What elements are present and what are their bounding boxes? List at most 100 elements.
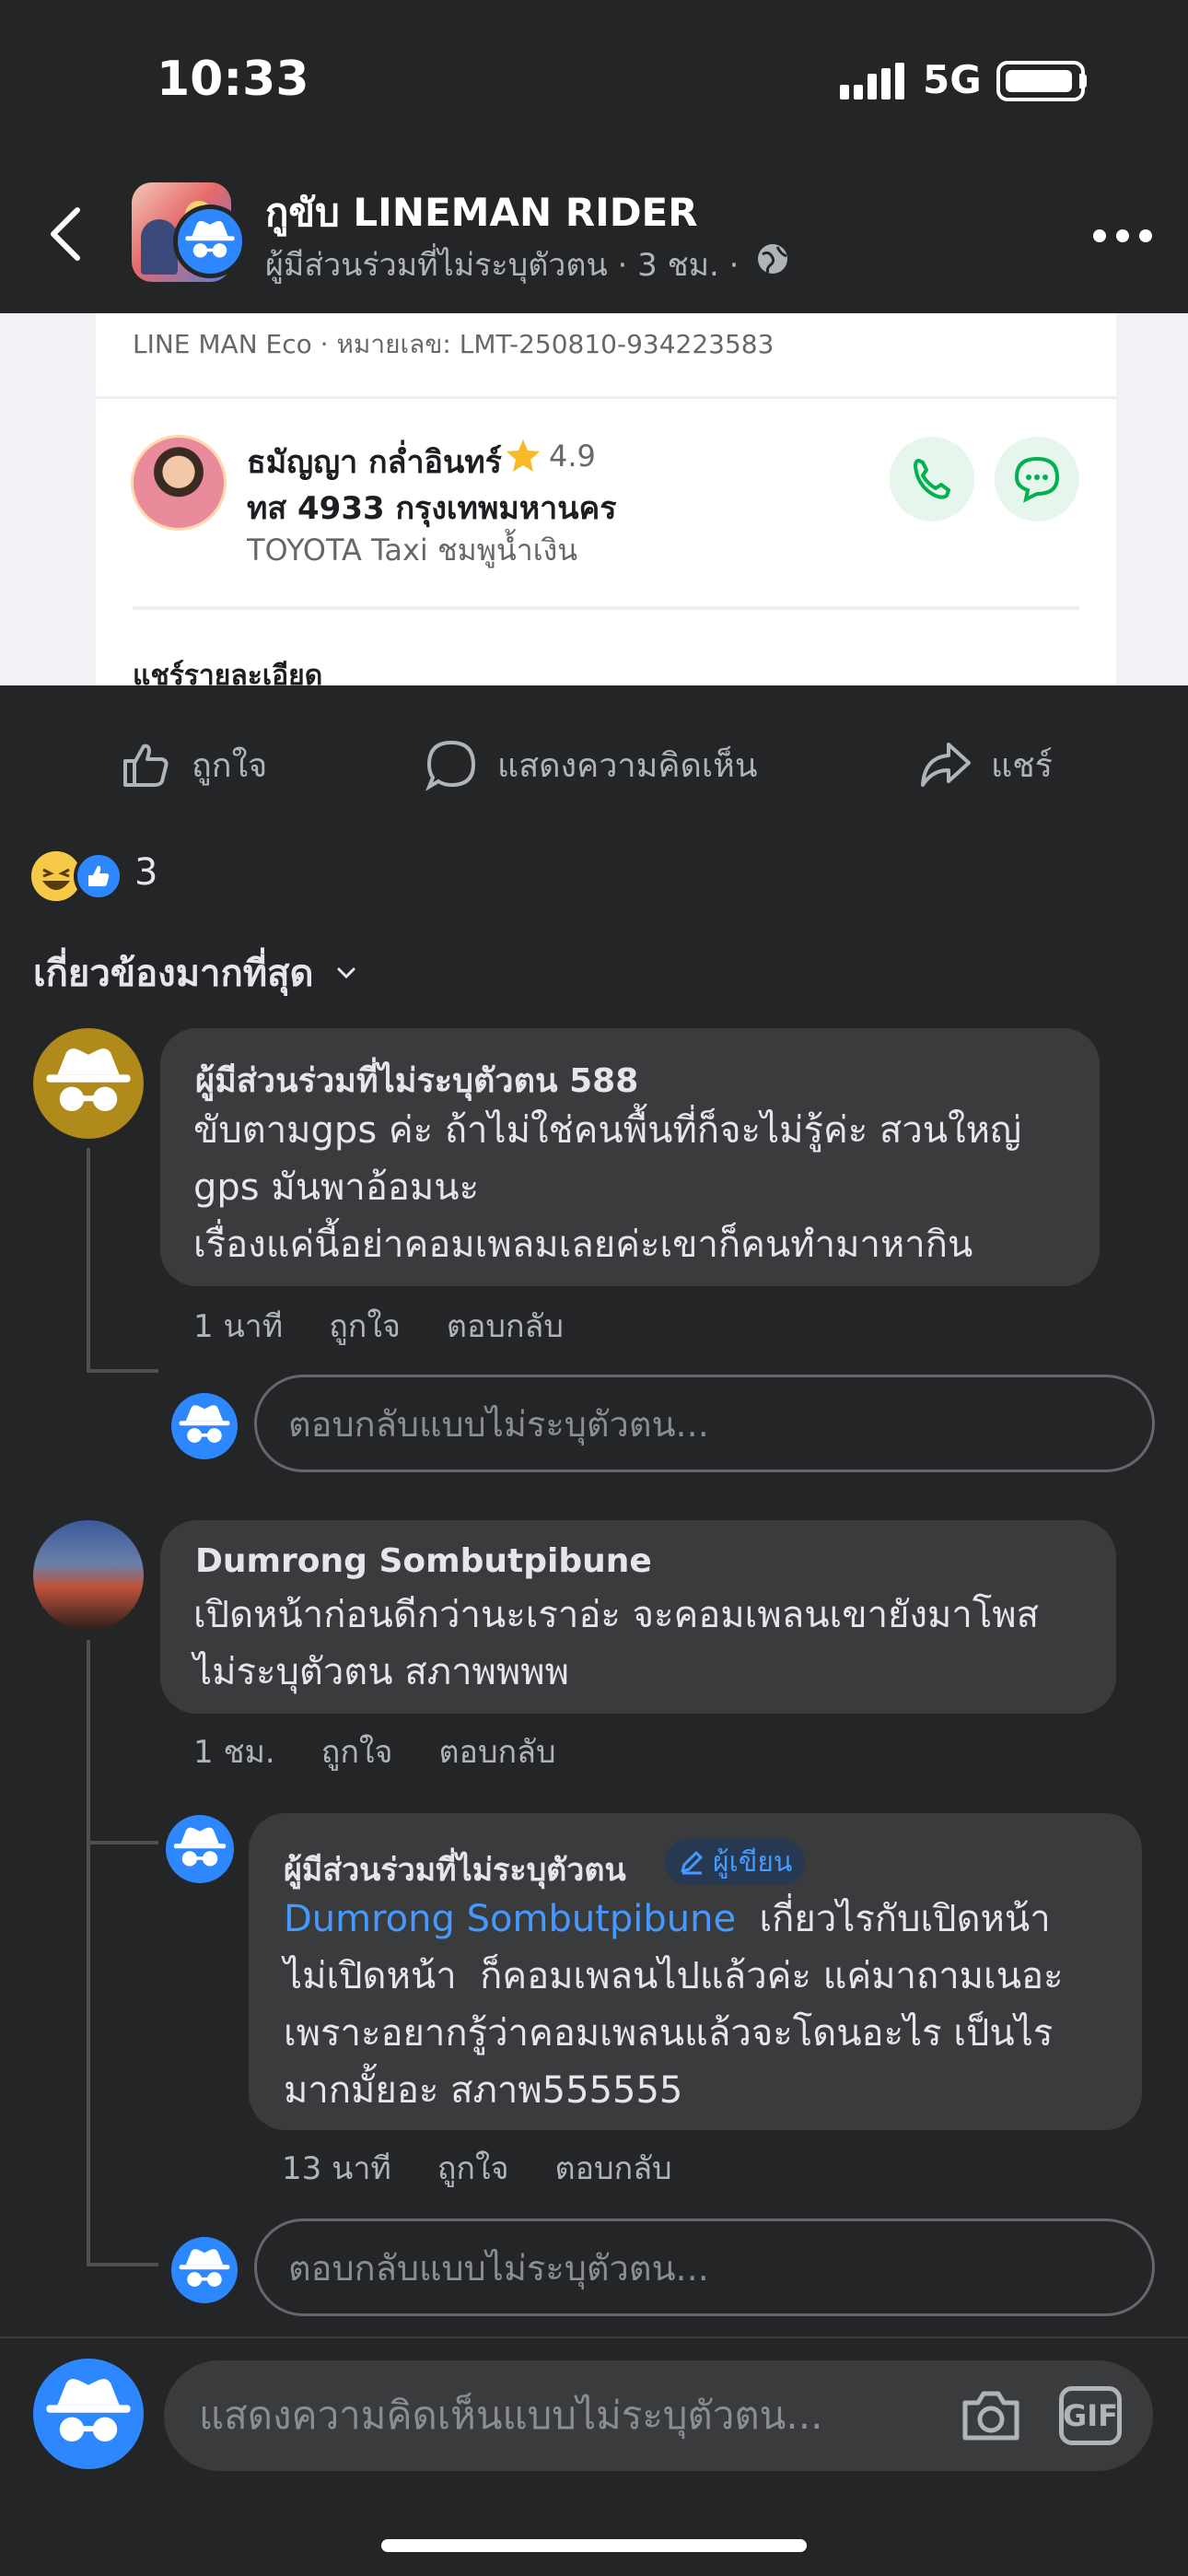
post-image[interactable]: LINE MAN Eco · หมายเลข: LMT-250810-93422… <box>0 313 1188 685</box>
reply-input[interactable]: ตอบกลับแบบไม่ระบุตัวตน... <box>254 1375 1155 1472</box>
comment-icon <box>425 740 476 791</box>
reply-meta: 13 นาที ถูกใจ ตอบกลับ <box>282 2143 672 2193</box>
chevron-down-icon <box>337 967 355 979</box>
pencil-icon <box>681 1851 703 1875</box>
comment-line: เปิดหน้าก่อนดีกว่านะเราอ่ะ จะคอมเพลนเขาย… <box>193 1594 1040 1636</box>
license-plate: ทส 4933 กรุงเทพมหานคร <box>247 490 617 527</box>
reply-time: 13 นาที <box>282 2150 391 2187</box>
globe-icon <box>758 244 787 274</box>
commenter-avatar[interactable] <box>166 1815 234 1883</box>
comment-bubble: Dumrong Sombutpibune เปิดหน้าก่อนดีกว่าน… <box>160 1520 1116 1714</box>
battery-level <box>1006 70 1072 92</box>
anonymous-badge <box>173 205 247 278</box>
order-id: LINE MAN Eco · หมายเลข: LMT-250810-93422… <box>133 329 775 359</box>
network-type: 5G <box>923 57 982 102</box>
commenter-avatar[interactable] <box>33 1028 144 1139</box>
divider <box>133 606 1079 610</box>
reply-line: ไม่เปิดหน้า ก็คอมเพลนไปแล้วค่ะ แค่มาถามเ… <box>284 1955 1064 1997</box>
chat-icon <box>1014 456 1060 503</box>
comment-meta: 1 ชม. ถูกใจ ตอบกลับ <box>193 1727 556 1776</box>
reply-line: มากมั้ยอะ สภาพ555555 <box>284 2069 683 2112</box>
incognito-icon <box>33 2359 144 2469</box>
incognito-icon <box>171 2237 238 2303</box>
thread-line <box>87 1369 158 1373</box>
comment-bubble: ผู้มีส่วนร่วมที่ไม่ระบุตัวตน 588 ขับตามg… <box>160 1028 1100 1286</box>
clock: 10:33 <box>157 52 309 107</box>
comment-line: ไม่ระบุตัวตน สภาพพพพ <box>193 1651 570 1693</box>
comment-line: เรื่องแค่นี้อย่าคอมเพลมเลยค่ะเขาก็คนทำมา… <box>193 1224 973 1266</box>
star-icon <box>507 439 540 472</box>
incognito-icon <box>178 209 242 274</box>
thread-line <box>87 1148 90 1373</box>
comment-author[interactable]: Dumrong Sombutpibune <box>195 1542 652 1580</box>
commenter-avatar[interactable] <box>33 1520 144 1631</box>
share-label: แชร์ <box>991 746 1053 785</box>
my-anonymous-avatar <box>171 1393 238 1459</box>
like-icon <box>123 744 169 787</box>
reply-line: เพราะอยากรู้ว่าคอมเพลนแล้วจะโดนอะไร เป็น… <box>284 2012 1054 2055</box>
divider <box>96 396 1116 399</box>
comment-label: แสดงความคิดเห็น <box>497 746 758 785</box>
comment-sort-dropdown[interactable]: เกี่ยวข้องมากที่สุด <box>33 943 356 1002</box>
chat-button <box>995 437 1079 521</box>
reply-text: Dumrong Sombutpibune เกี่ยวไรกับเปิดหน้า… <box>284 1891 1064 2119</box>
driver-name: ธมัญญา กล่ำอินทร์ <box>247 444 502 481</box>
call-button <box>890 437 974 521</box>
back-icon[interactable] <box>44 205 85 263</box>
author-badge-label: ผู้เขียน <box>713 1845 793 1879</box>
sort-label: เกี่ยวข้องมากที่สุด <box>33 953 314 995</box>
like-reaction-icon[interactable] <box>74 851 123 901</box>
comment-text: เปิดหน้าก่อนดีกว่านะเราอ่ะ จะคอมเพลนเขาย… <box>193 1587 1039 1701</box>
reply-line: Dumrong Sombutpibune เกี่ยวไรกับเปิดหน้า <box>284 1891 1064 1948</box>
reply-input[interactable]: ตอบกลับแบบไม่ระบุตัวตน... <box>254 2219 1155 2316</box>
thread-line <box>87 1841 158 1844</box>
thread-line <box>87 2263 158 2266</box>
car-model: TOYOTA Taxi ชมพูน้ำเงิน <box>247 533 578 568</box>
like-button[interactable]: ถูกใจ <box>118 728 267 802</box>
comment-reply-link[interactable]: ตอบกลับ <box>438 1727 555 1776</box>
reaction-count[interactable]: 3 <box>134 851 157 894</box>
comment-button[interactable]: แสดงความคิดเห็น <box>424 728 757 802</box>
comment-reply-link[interactable]: ตอบกลับ <box>447 1301 564 1351</box>
home-indicator <box>381 2539 807 2552</box>
thread-line <box>87 1640 90 2266</box>
driver-rating: 4.9 <box>549 439 596 474</box>
reply-author[interactable]: ผู้มีส่วนร่วมที่ไม่ระบุตัวตน <box>284 1844 626 1894</box>
incognito-icon <box>33 1028 144 1139</box>
reply-reply-link[interactable]: ตอบกลับ <box>555 2143 672 2193</box>
battery-icon <box>996 61 1085 101</box>
post-meta: ผู้มีส่วนร่วมที่ไม่ระบุตัวตน · 3 ชม. · <box>265 247 740 284</box>
share-detail-label: แชร์รายละเอียด <box>133 660 323 685</box>
reply-like-link[interactable]: ถูกใจ <box>437 2143 509 2193</box>
comment-line: gps มันพาอ้อมนะ <box>193 1166 480 1209</box>
incognito-icon <box>171 1393 238 1459</box>
comment-like-link[interactable]: ถูกใจ <box>321 1727 393 1776</box>
incognito-icon <box>166 1815 234 1883</box>
author-badge: ผู้เขียน <box>665 1839 806 1885</box>
post-header: กูขับ LINEMAN RIDER ผู้มีส่วนร่วมที่ไม่ร… <box>0 157 1188 313</box>
comment-author[interactable]: ผู้มีส่วนร่วมที่ไม่ระบุตัวตน 588 <box>195 1054 638 1107</box>
more-icon[interactable] <box>1090 227 1155 245</box>
phone-icon <box>914 459 950 499</box>
like-label: ถูกใจ <box>192 746 268 785</box>
reply-line-text: เกี่ยวไรกับเปิดหน้า <box>736 1898 1051 1940</box>
comment-text: ขับตามgps ค่ะ ถ้าไม่ใช่คนพื้นที่ก็จะไม่ร… <box>193 1102 1021 1273</box>
share-button[interactable]: แชร์ <box>917 728 1053 802</box>
reply-bubble: ผู้มีส่วนร่วมที่ไม่ระบุตัวตน ผู้เขียน Du… <box>249 1813 1142 2130</box>
signal-icon <box>840 63 904 100</box>
comment-meta: 1 นาที ถูกใจ ตอบกลับ <box>193 1301 564 1351</box>
order-card: LINE MAN Eco · หมายเลข: LMT-250810-93422… <box>96 313 1116 685</box>
comment-time: 1 ชม. <box>193 1734 275 1771</box>
group-avatar-figure <box>141 219 178 275</box>
battery-nub <box>1079 74 1087 88</box>
comment-like-link[interactable]: ถูกใจ <box>329 1301 401 1351</box>
driver-photo <box>131 435 227 531</box>
share-icon <box>921 743 971 787</box>
mention-link[interactable]: Dumrong Sombutpibune <box>284 1898 736 1940</box>
group-name[interactable]: กูขับ LINEMAN RIDER <box>265 182 698 243</box>
comment-line: ขับตามgps ค่ะ ถ้าไม่ใช่คนพื้นที่ก็จะไม่ร… <box>193 1109 1022 1152</box>
gif-button[interactable]: GIF <box>1059 2386 1122 2445</box>
my-anonymous-avatar[interactable] <box>33 2359 144 2469</box>
camera-icon[interactable] <box>958 2383 1024 2449</box>
status-bar: 10:33 5G <box>0 0 1188 157</box>
